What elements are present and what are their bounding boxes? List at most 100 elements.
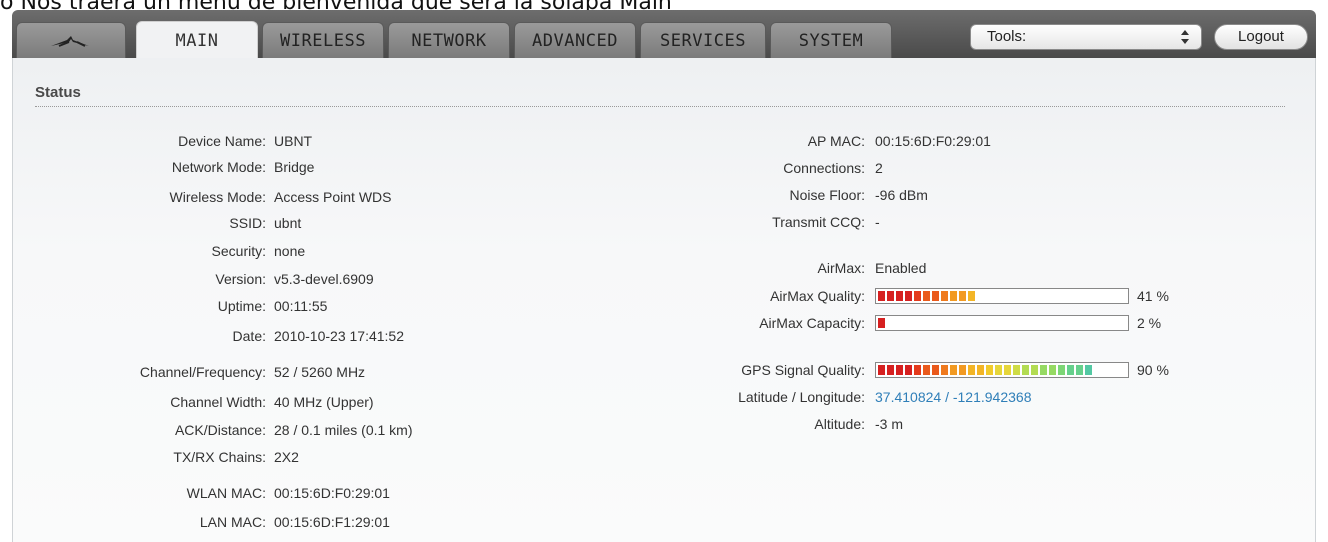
- tools-dropdown-value: Tools:: [987, 28, 1027, 45]
- airmax-label: AirMax:: [817, 260, 865, 276]
- meter-segment: [1040, 365, 1047, 375]
- ack-distance-value: 28 / 0.1 miles (0.1 km): [274, 422, 413, 438]
- meter-segment: [914, 291, 921, 301]
- airmax-capacity-percent: 2 %: [1137, 315, 1162, 331]
- meter-segment: [878, 365, 885, 375]
- network-mode-label: Network Mode:: [171, 159, 266, 175]
- channel-width-label: Channel Width:: [170, 394, 266, 410]
- gps-signal-quality-label: GPS Signal Quality:: [741, 362, 865, 378]
- tab-network[interactable]: NETWORK: [388, 22, 510, 58]
- altitude-value: -3 m: [875, 416, 903, 432]
- version-value: v5.3-devel.6909: [274, 271, 374, 287]
- wlan-mac-label: WLAN MAC:: [186, 485, 266, 501]
- security-label: Security:: [211, 243, 266, 259]
- airmax-quality-label: AirMax Quality:: [770, 288, 865, 304]
- ubiquiti-logo-icon: [51, 35, 89, 47]
- airmax-quality-percent: 41 %: [1137, 288, 1169, 304]
- wlan-mac-value: 00:15:6D:F0:29:01: [274, 485, 390, 501]
- tx-rx-chains-label: TX/RX Chains:: [173, 449, 266, 465]
- meter-segment: [887, 291, 894, 301]
- meter-segment: [995, 365, 1002, 375]
- transmit-ccq-label: Transmit CCQ:: [772, 214, 865, 230]
- meter-segment: [905, 291, 912, 301]
- latitude-longitude-link[interactable]: 37.410824 / -121.942368: [875, 387, 1031, 407]
- noise-floor-label: Noise Floor:: [789, 187, 865, 203]
- date-value: 2010-10-23 17:41:52: [274, 328, 404, 344]
- tab-system[interactable]: SYSTEM: [770, 22, 892, 58]
- main-panel: Status Device Name: UBNT Network Mode: B…: [12, 58, 1316, 542]
- device-name-label: Device Name:: [178, 133, 266, 149]
- meter-segment: [1085, 365, 1092, 375]
- meter-segment: [878, 318, 885, 328]
- security-value: none: [274, 243, 306, 259]
- channel-frequency-value: 52 / 5260 MHz: [274, 364, 366, 380]
- meter-segment: [1067, 365, 1074, 375]
- channel-frequency-label: Channel/Frequency:: [139, 364, 266, 380]
- altitude-label: Altitude:: [814, 416, 865, 432]
- meter-segment: [878, 291, 885, 301]
- meter-segment: [941, 365, 948, 375]
- date-label: Date:: [232, 328, 266, 344]
- meter-segment: [977, 365, 984, 375]
- meter-segment: [959, 365, 966, 375]
- uptime-value: 00:11:55: [274, 298, 328, 314]
- meter-segment: [1031, 365, 1038, 375]
- connections-value: 2: [875, 160, 883, 176]
- meter-segment: [896, 291, 903, 301]
- section-divider: [35, 106, 1285, 107]
- airmax-value: Enabled: [875, 260, 927, 276]
- meter-segment: [959, 291, 966, 301]
- meter-segment: [1049, 365, 1056, 375]
- meter-segment: [896, 365, 903, 375]
- airmax-capacity-meter: [875, 315, 1129, 331]
- channel-width-value: 40 MHz (Upper): [274, 394, 374, 410]
- meter-segment: [1022, 365, 1029, 375]
- meter-segment: [923, 291, 930, 301]
- ssid-label: SSID:: [229, 215, 266, 231]
- meter-segment: [1004, 365, 1011, 375]
- dropdown-arrows-icon: [1181, 30, 1189, 44]
- lan-mac-label: LAN MAC:: [199, 514, 266, 530]
- uptime-label: Uptime:: [217, 298, 266, 314]
- meter-segment: [968, 365, 975, 375]
- ap-mac-value: 00:15:6D:F0:29:01: [875, 133, 991, 149]
- ack-distance-label: ACK/Distance:: [174, 422, 266, 438]
- meter-segment: [914, 365, 921, 375]
- meter-segment: [950, 291, 957, 301]
- meter-segment: [941, 291, 948, 301]
- meter-segment: [968, 291, 975, 301]
- connections-label: Connections:: [783, 160, 865, 176]
- tab-logo[interactable]: [16, 22, 126, 58]
- tools-dropdown[interactable]: Tools:: [970, 24, 1202, 50]
- meter-segment: [887, 365, 894, 375]
- lan-mac-value: 00:15:6D:F1:29:01: [274, 514, 390, 530]
- meter-segment: [932, 291, 939, 301]
- latitude-longitude-label: Latitude / Longitude:: [738, 389, 865, 405]
- gps-signal-quality-percent: 90 %: [1137, 362, 1169, 378]
- tab-services[interactable]: SERVICES: [640, 22, 766, 58]
- noise-floor-value: -96 dBm: [875, 187, 928, 203]
- meter-segment: [1013, 365, 1020, 375]
- logout-button[interactable]: Logout: [1214, 24, 1308, 50]
- tx-rx-chains-value: 2X2: [274, 449, 299, 465]
- meter-segment: [923, 365, 930, 375]
- meter-segment: [905, 365, 912, 375]
- tab-main[interactable]: MAIN: [136, 21, 258, 59]
- network-mode-value: Bridge: [274, 159, 315, 175]
- section-title-status: Status: [35, 84, 81, 101]
- meter-segment: [986, 365, 993, 375]
- tab-advanced[interactable]: ADVANCED: [514, 22, 636, 58]
- meter-segment: [1076, 365, 1083, 375]
- ap-mac-label: AP MAC:: [807, 133, 865, 149]
- transmit-ccq-value: -: [875, 214, 880, 230]
- gps-signal-quality-meter: [875, 362, 1129, 378]
- wireless-mode-label: Wireless Mode:: [169, 189, 266, 205]
- meter-segment: [950, 365, 957, 375]
- tab-wireless[interactable]: WIRELESS: [262, 22, 384, 58]
- airmax-quality-meter: [875, 288, 1129, 304]
- device-name-value: UBNT: [274, 133, 313, 149]
- ssid-value: ubnt: [274, 215, 302, 231]
- meter-segment: [1058, 365, 1065, 375]
- wireless-mode-value: Access Point WDS: [274, 189, 392, 205]
- meter-segment: [932, 365, 939, 375]
